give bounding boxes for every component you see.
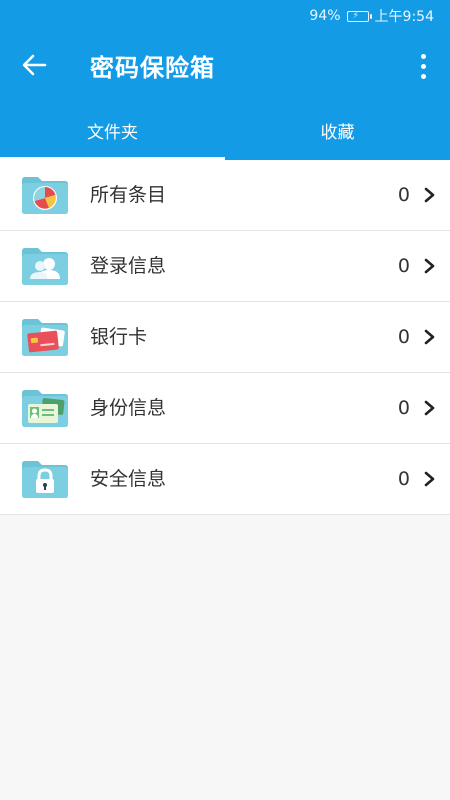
tab-bar: 文件夹 收藏 xyxy=(0,100,450,160)
chevron-right-icon xyxy=(424,471,435,487)
battery-percent: 94% xyxy=(309,8,341,24)
folder-row-login-info[interactable]: 登录信息 0 xyxy=(0,231,450,302)
folder-row-all-items[interactable]: 所有条目 0 xyxy=(0,160,450,231)
users-folder-icon xyxy=(22,248,68,285)
pie-chart-folder-icon xyxy=(22,177,68,214)
tab-label: 文件夹 xyxy=(87,122,138,143)
clock: 上午9:54 xyxy=(374,9,434,25)
chevron-right-icon xyxy=(424,187,435,203)
app-header: 94% ⚡ 上午9:54 密码保险箱 文件夹 收藏 xyxy=(0,0,450,160)
folder-list: 所有条目 0 登录信息 0 银行卡 0 身份信息 0 安全信息 0 xyxy=(0,160,450,515)
back-button[interactable] xyxy=(14,48,54,82)
page-title: 密码保险箱 xyxy=(90,54,215,82)
folder-label: 身份信息 xyxy=(90,397,167,419)
folder-label: 银行卡 xyxy=(90,326,148,348)
folder-label: 安全信息 xyxy=(90,468,167,490)
bank-card-folder-icon xyxy=(22,319,68,356)
lock-folder-icon xyxy=(22,461,68,498)
battery-icon: ⚡ xyxy=(346,10,372,22)
tab-label: 收藏 xyxy=(320,122,355,143)
id-card-folder-icon xyxy=(22,390,68,427)
title-bar: 密码保险箱 xyxy=(0,30,450,100)
tab-favorites[interactable]: 收藏 xyxy=(225,100,450,160)
folder-count: 0 xyxy=(397,468,410,490)
tab-folders[interactable]: 文件夹 xyxy=(0,100,225,160)
folder-count: 0 xyxy=(397,397,410,419)
more-vertical-icon xyxy=(420,53,426,59)
more-options-button[interactable] xyxy=(410,48,436,84)
folder-count: 0 xyxy=(397,326,410,348)
folder-row-security-info[interactable]: 安全信息 0 xyxy=(0,444,450,515)
chevron-right-icon xyxy=(424,329,435,345)
chevron-right-icon xyxy=(424,258,435,274)
status-bar: 94% ⚡ 上午9:54 xyxy=(0,0,450,30)
folder-row-bank-card[interactable]: 银行卡 0 xyxy=(0,302,450,373)
chevron-right-icon xyxy=(424,400,435,416)
folder-row-identity-info[interactable]: 身份信息 0 xyxy=(0,373,450,444)
folder-label: 所有条目 xyxy=(90,184,167,206)
folder-label: 登录信息 xyxy=(90,255,167,277)
status-right: 94% ⚡ 上午9:54 xyxy=(309,6,434,26)
folder-count: 0 xyxy=(397,184,410,206)
arrow-left-icon xyxy=(22,54,47,76)
folder-count: 0 xyxy=(397,255,410,277)
